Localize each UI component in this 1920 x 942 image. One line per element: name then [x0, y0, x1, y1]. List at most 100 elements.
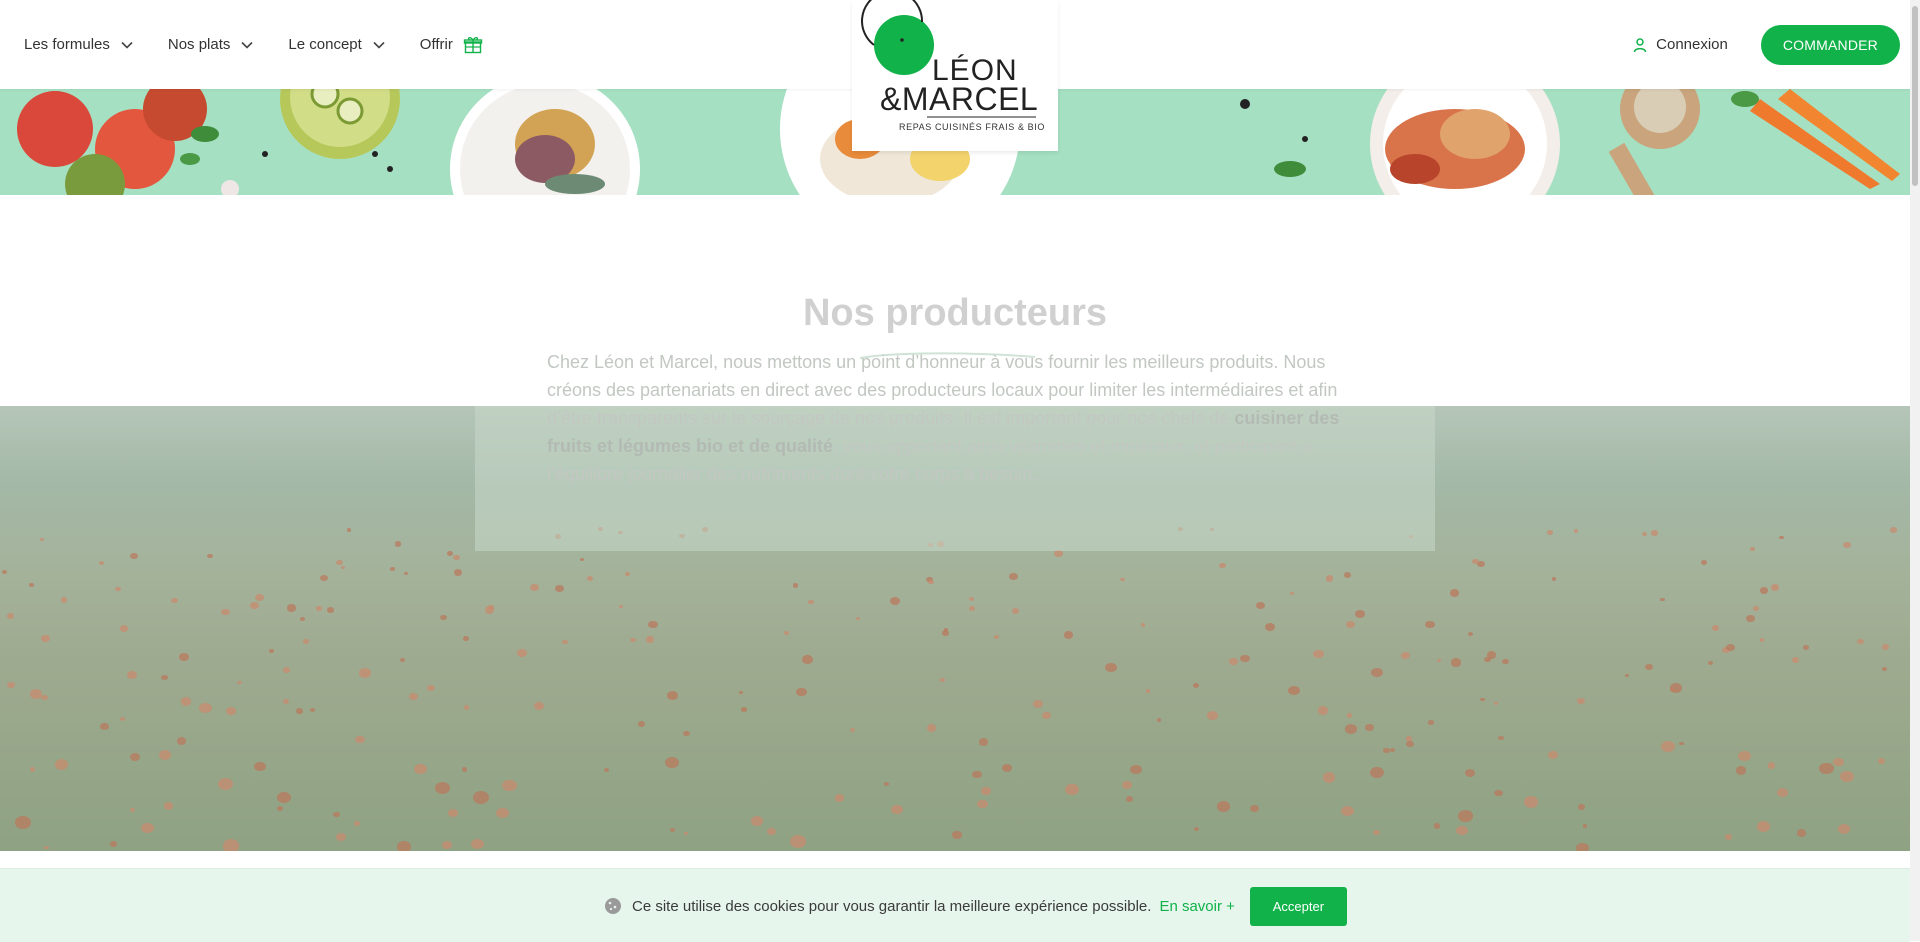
poppy-decoration — [296, 708, 304, 714]
poppy-decoration — [1735, 766, 1747, 775]
poppy-decoration — [282, 667, 290, 673]
poppy-decoration — [625, 572, 631, 576]
nav-les-formules[interactable]: Les formules — [24, 36, 134, 53]
poppy-decoration — [181, 697, 192, 706]
poppy-decoration — [1065, 783, 1079, 795]
poppy-decoration — [114, 586, 121, 592]
poppy-decoration — [1493, 701, 1498, 706]
poppy-decoration — [648, 620, 658, 629]
nav-le-concept-label: Le concept — [288, 36, 362, 53]
poppy-decoration — [1317, 706, 1329, 715]
poppy-decoration — [226, 706, 237, 715]
poppy-decoration — [99, 722, 110, 731]
poppy-decoration — [952, 831, 962, 839]
poppy-decoration — [530, 583, 540, 591]
poppy-decoration — [1371, 668, 1383, 678]
poppy-decoration — [502, 779, 518, 792]
poppy-decoration — [889, 597, 900, 606]
poppy-decoration — [972, 770, 982, 779]
poppy-decoration — [1219, 562, 1227, 569]
cookie-banner-content: Ce site utilise des cookies pour vous ga… — [604, 886, 1347, 926]
logo[interactable]: LÉON &MARCEL REPAS CUISINÉS FRAIS & BIO — [852, 0, 1058, 151]
poppy-decoration — [340, 565, 346, 570]
poppy-decoration — [158, 750, 172, 761]
nav-offrir[interactable]: Offrir — [420, 35, 483, 55]
poppy-decoration — [1193, 683, 1200, 689]
cookie-accept-button[interactable]: Accepter — [1249, 886, 1347, 926]
poppy-decoration — [353, 820, 360, 826]
poppy-decoration — [1641, 531, 1647, 536]
poppy-decoration — [579, 557, 585, 562]
poppy-decoration — [792, 583, 799, 588]
poppy-decoration — [1582, 824, 1588, 828]
cookie-icon — [605, 898, 621, 914]
cookie-message: Ce site utilise des cookies pour vous ga… — [632, 897, 1152, 915]
nav-nos-plats-label: Nos plats — [167, 36, 231, 53]
poppy-decoration — [171, 597, 179, 603]
poppy-decoration — [1436, 658, 1441, 662]
poppy-decoration — [1428, 720, 1434, 725]
poppy-decoration — [347, 528, 352, 532]
poppy-decoration — [1346, 621, 1355, 628]
poppy-decoration — [446, 550, 453, 556]
poppy-decoration — [463, 705, 469, 710]
poppy-decoration — [129, 752, 140, 761]
section-title: Nos producteurs — [802, 292, 1108, 334]
poppy-decoration — [1458, 810, 1473, 822]
poppy-decoration — [473, 791, 489, 804]
poppy-decoration — [1839, 771, 1854, 783]
poppy-decoration — [309, 707, 315, 712]
poppy-decoration — [1240, 654, 1251, 663]
poppy-decoration — [1264, 623, 1276, 632]
login-link[interactable]: Connexion — [1632, 36, 1728, 53]
poppy-decoration — [409, 693, 419, 701]
poppy-decoration — [562, 639, 569, 645]
poppy-decoration — [41, 694, 48, 701]
poppy-decoration — [1746, 615, 1755, 622]
poppy-decoration — [978, 738, 989, 746]
poppy-decoration — [453, 568, 463, 576]
poppy-decoration — [940, 677, 945, 682]
poppy-decoration — [403, 571, 408, 575]
order-button[interactable]: COMMANDER — [1760, 24, 1900, 65]
poppy-decoration — [555, 584, 565, 592]
nav-nos-plats[interactable]: Nos plats — [168, 36, 255, 53]
poppy-decoration — [1578, 804, 1585, 810]
poppy-decoration — [1322, 772, 1336, 783]
poppy-decoration — [1551, 577, 1557, 582]
poppy-decoration — [1700, 559, 1707, 565]
page-scrollbar[interactable] — [1910, 0, 1920, 941]
poppy-decoration — [1289, 591, 1294, 595]
poppy-decoration — [1725, 834, 1733, 841]
scrollbar-thumb[interactable] — [1912, 6, 1918, 186]
poppy-decoration — [221, 608, 230, 616]
poppy-decoration — [199, 703, 212, 713]
poppy-decoration — [1468, 631, 1474, 636]
poppy-decoration — [1498, 735, 1505, 741]
poppy-decoration — [276, 805, 284, 812]
poppy-decoration — [109, 840, 118, 847]
poppy-decoration — [7, 681, 15, 689]
poppy-decoration — [1842, 542, 1851, 549]
poppy-decoration — [1145, 689, 1151, 694]
poppy-decoration — [1577, 698, 1585, 705]
poppy-decoration — [320, 575, 328, 582]
poppy-decoration — [394, 541, 402, 547]
poppy-decoration — [1390, 747, 1396, 752]
poppy-decoration — [6, 612, 15, 619]
poppy-decoration — [664, 757, 680, 769]
nav-le-concept[interactable]: Le concept — [288, 36, 385, 53]
poppy-decoration — [977, 799, 988, 809]
poppy-decoration — [1644, 664, 1653, 671]
cookie-learn-more-link[interactable]: En savoir + — [1159, 898, 1234, 915]
poppy-decoration — [390, 567, 395, 571]
poppy-decoration — [683, 832, 688, 836]
poppy-decoration — [637, 720, 645, 727]
nav-offrir-label: Offrir — [419, 36, 453, 53]
poppy-decoration — [1837, 823, 1851, 834]
poppy-decoration — [336, 559, 344, 566]
poppy-decoration — [1573, 528, 1579, 533]
poppy-decoration — [1365, 723, 1374, 731]
poppy-decoration — [1767, 762, 1776, 769]
poppy-decoration — [163, 802, 174, 811]
